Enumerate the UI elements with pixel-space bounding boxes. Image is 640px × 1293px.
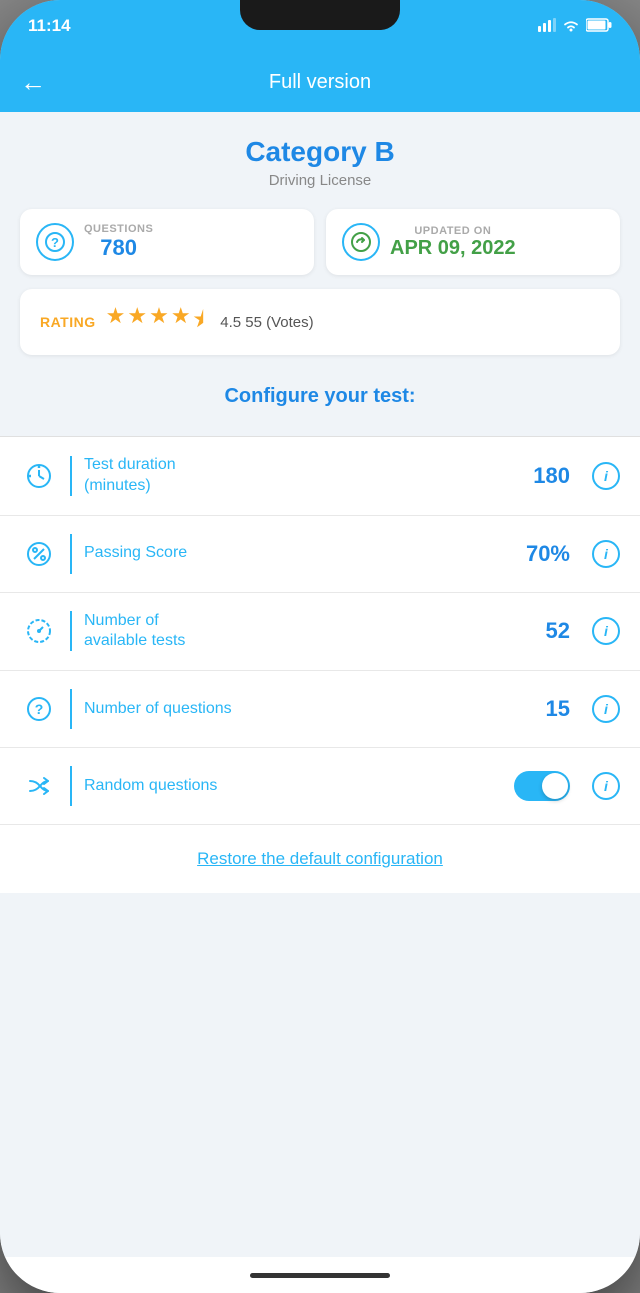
configure-heading: Configure your test:: [20, 375, 620, 424]
signal-icon: [538, 18, 556, 35]
config-row-questions[interactable]: ? Number of questions 15 i: [0, 671, 640, 748]
updated-label: UPDATED ON: [390, 225, 516, 237]
content-scroll[interactable]: Category B Driving License ? QUESTIONS: [0, 112, 640, 1257]
nav-title: Full version: [269, 71, 371, 94]
duration-info-button[interactable]: i: [592, 462, 620, 490]
questions-info: QUESTIONS 780: [84, 223, 153, 261]
status-time: 11:14: [28, 16, 71, 36]
updated-value: APR 09, 2022: [390, 237, 516, 260]
available-info-button[interactable]: i: [592, 617, 620, 645]
rating-text: 4.5 55 (Votes): [220, 314, 313, 331]
num-questions-label: Number of questions: [84, 699, 534, 720]
rating-label: RATING: [40, 314, 96, 330]
config-list: Test duration(minutes) 180 i: [0, 436, 640, 825]
updated-icon: [342, 223, 380, 261]
star-3: ★: [149, 303, 169, 341]
questions-value: 780: [84, 235, 153, 261]
star-4: ★: [171, 303, 191, 341]
questions-label: QUESTIONS: [84, 223, 153, 235]
random-label: Random questions: [84, 776, 502, 797]
stats-row: ? QUESTIONS 780: [20, 209, 620, 275]
nav-bar: ← Full version: [0, 52, 640, 112]
category-subtitle: Driving License: [20, 172, 620, 189]
passing-value: 70%: [526, 541, 570, 567]
questions-icon: ?: [36, 223, 74, 261]
num-questions-value: 15: [546, 696, 570, 722]
wifi-icon: [562, 18, 580, 35]
star-5: ⯨: [193, 303, 205, 341]
home-bar: [250, 1273, 390, 1278]
percent-icon: [20, 535, 58, 573]
rating-card: RATING ★ ★ ★ ★ ⯨ 4.5 55 (Votes): [20, 289, 620, 355]
restore-link[interactable]: Restore the default configuration: [197, 849, 443, 868]
available-label: Number ofavailable tests: [84, 611, 534, 653]
back-button[interactable]: ←: [20, 67, 46, 98]
stars: ★ ★ ★ ★ ⯨: [106, 303, 205, 341]
questions-card: ? QUESTIONS 780: [20, 209, 314, 275]
status-icons: [538, 18, 612, 35]
passing-label: Passing Score: [84, 543, 514, 564]
divider-2: [70, 534, 72, 574]
passing-info-button[interactable]: i: [592, 540, 620, 568]
available-value: 52: [546, 618, 570, 644]
notch: [240, 0, 400, 30]
toggle-thumb: [542, 773, 568, 799]
timer-icon: [20, 612, 58, 650]
phone-screen: 11:14: [0, 0, 640, 1293]
num-questions-info-button[interactable]: i: [592, 695, 620, 723]
divider-3: [70, 611, 72, 651]
updated-info: UPDATED ON APR 09, 2022: [390, 225, 516, 260]
config-row-duration[interactable]: Test duration(minutes) 180 i: [0, 437, 640, 516]
svg-text:?: ?: [51, 235, 59, 250]
divider-5: [70, 766, 72, 806]
shuffle-icon: [20, 767, 58, 805]
category-title: Category B: [20, 136, 620, 168]
random-info-button[interactable]: i: [592, 772, 620, 800]
duration-label: Test duration(minutes): [84, 455, 521, 497]
updated-card: UPDATED ON APR 09, 2022: [326, 209, 620, 275]
duration-value: 180: [533, 463, 570, 489]
random-toggle[interactable]: [514, 771, 570, 801]
divider-4: [70, 689, 72, 729]
svg-text:?: ?: [35, 701, 44, 717]
restore-section: Restore the default configuration: [0, 825, 640, 893]
battery-icon: [586, 18, 612, 35]
home-indicator: [0, 1257, 640, 1293]
star-1: ★: [106, 303, 126, 341]
config-row-random[interactable]: Random questions i: [0, 748, 640, 825]
config-row-passing[interactable]: Passing Score 70% i: [0, 516, 640, 593]
clock-icon: [20, 457, 58, 495]
star-2: ★: [127, 303, 147, 341]
phone-frame: 11:14: [0, 0, 640, 1293]
question-icon: ?: [20, 690, 58, 728]
header-section: Category B Driving License ? QUESTIONS: [0, 112, 640, 436]
divider-1: [70, 456, 72, 496]
config-row-available[interactable]: Number ofavailable tests 52 i: [0, 593, 640, 672]
